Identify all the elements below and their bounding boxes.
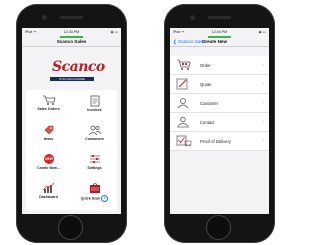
tile-label: Dashboard [39, 195, 58, 199]
status-bar: iPod ᯤ 12:44 PM ◉ ▭ [170, 28, 269, 36]
customers-button[interactable]: Customers [72, 121, 117, 147]
customers-icon [88, 125, 101, 136]
customer-icon [177, 98, 189, 109]
tile-label: Customers [85, 137, 104, 141]
home-button[interactable] [206, 215, 231, 240]
chevron-right-icon: › [262, 81, 264, 87]
tag-icon [44, 125, 53, 135]
status-time: 12:43 PM [63, 30, 80, 34]
logo: Scanco IS SO MUCH MORE [22, 47, 121, 91]
cart-icon [177, 59, 191, 70]
settings-button[interactable]: Settings [72, 150, 117, 176]
tile-label: Invoices [87, 108, 102, 112]
dashboard-button[interactable]: Dashboard [26, 179, 71, 205]
nav-bar: ❮ Scanco Sales Create New [170, 36, 269, 47]
screen-home: iPod ᯤ 12:43 PM ◉ ▭ Scanco Sales Scanco … [22, 28, 121, 214]
tile-label: Settings [87, 166, 102, 170]
chevron-right-icon: › [262, 138, 264, 144]
status-bar: iPod ᯤ 12:43 PM ◉ ▭ [22, 28, 121, 36]
quick-scan-label: Quick Scan [80, 196, 101, 201]
chevron-right-icon: › [262, 119, 264, 125]
cart-icon [42, 95, 56, 105]
page-title: Create New [202, 39, 228, 44]
battery-icon: ◉ ▭ [110, 30, 118, 34]
list-item-order[interactable]: Order › [170, 56, 269, 75]
svg-text:NEW: NEW [45, 157, 52, 161]
tile-label: Quick Scan i [72, 195, 117, 202]
tile-label: Items [43, 137, 54, 141]
list-item-proof-of-delivery[interactable]: Proof of Delivery › [170, 132, 269, 151]
tile-label: Sales Orders [37, 107, 60, 111]
list-item-quote[interactable]: Quote › [170, 75, 269, 94]
phone-left: iPod ᯤ 12:43 PM ◉ ▭ Scanco Sales Scanco … [16, 4, 127, 243]
camera-icon [190, 15, 195, 20]
list-item-label: Proof of Delivery [200, 139, 231, 144]
chevron-right-icon: › [262, 62, 264, 68]
list-item-contact[interactable]: Contact › [170, 113, 269, 132]
page-title: Scanco Sales [56, 39, 87, 44]
list-item-label: Quote [200, 82, 212, 87]
status-time: 12:44 PM [211, 30, 228, 34]
screen-create-new: iPod ᯤ 12:44 PM ◉ ▭ ❮ Scanco Sales Creat… [170, 28, 269, 214]
invoices-button[interactable]: Invoices [72, 92, 117, 118]
list-item-label: Customer [200, 101, 219, 106]
logo-wordmark: Scanco [52, 59, 105, 75]
items-button[interactable]: Items [26, 121, 71, 147]
list-item-label: Contact [200, 120, 215, 125]
speaker-grille [208, 16, 231, 19]
list-item-customer[interactable]: Customer › [170, 94, 269, 113]
tile-label: Create New... [37, 166, 60, 170]
pencil-icon [176, 78, 188, 90]
speaker-grille [60, 16, 83, 19]
info-icon[interactable]: i [101, 195, 109, 202]
create-new-button[interactable]: NEW Create New... [26, 150, 71, 176]
home-button[interactable] [58, 215, 83, 240]
invoice-icon [90, 95, 99, 107]
new-badge-icon: NEW [43, 154, 54, 164]
battery-icon: ◉ ▭ [258, 30, 266, 34]
camera-icon [42, 15, 47, 20]
list-item-label: Order [200, 63, 211, 68]
menu-grid: Sales Orders Invoices Items Customers NE… [26, 90, 117, 210]
phone-right: iPod ᯤ 12:44 PM ◉ ▭ ❮ Scanco Sales Creat… [164, 4, 275, 243]
sliders-icon [89, 155, 100, 163]
sales-orders-button[interactable]: Sales Orders [26, 92, 71, 118]
chart-icon [42, 182, 54, 193]
logo-tagline: IS SO MUCH MORE [50, 77, 94, 81]
create-new-list: Order › Quote › Customer › Contact › Pro… [170, 56, 269, 151]
quick-scan-button[interactable]: Quick Scan i [72, 179, 117, 205]
chevron-right-icon: › [262, 100, 264, 106]
nav-bar: Scanco Sales [22, 36, 121, 47]
barcode-bag-icon [89, 183, 100, 193]
contact-icon [177, 116, 189, 128]
delivery-check-icon [176, 135, 192, 147]
